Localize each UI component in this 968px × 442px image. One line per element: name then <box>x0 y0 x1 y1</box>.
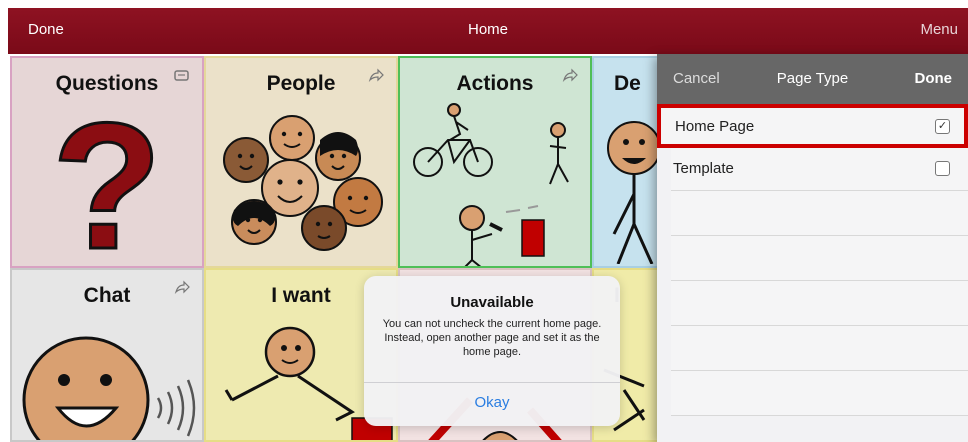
alert-message: You can not uncheck the current home pag… <box>382 318 602 358</box>
alert-title: Unavailable <box>450 294 534 311</box>
top-bar: Done Home Menu <box>8 8 968 54</box>
okay-button[interactable]: Okay <box>364 394 620 411</box>
share-icon <box>174 280 190 294</box>
empty-row <box>671 236 968 281</box>
empty-row <box>671 326 968 371</box>
cell-people[interactable]: People <box>204 56 398 268</box>
share-icon <box>368 68 384 82</box>
cell-questions[interactable]: Questions ? <box>10 56 204 268</box>
option-label: Template <box>673 160 734 177</box>
empty-row <box>671 281 968 326</box>
chat-face-icon <box>22 336 196 440</box>
empty-row <box>671 191 968 236</box>
page-type-panel: Cancel Page Type Done Home Page ✓ Templa… <box>657 54 968 442</box>
svg-text:?: ? <box>52 100 162 260</box>
empty-row <box>671 371 968 416</box>
stick-figure-icon <box>607 121 661 264</box>
question-mark-icon: ? <box>52 100 162 260</box>
folder-icon <box>174 70 189 81</box>
panel-done-button[interactable]: Done <box>915 70 953 87</box>
cell-actions[interactable]: Actions <box>398 56 592 268</box>
panel-header: Cancel Page Type Done <box>657 54 968 104</box>
option-label: Home Page <box>675 118 755 135</box>
option-home-page[interactable]: Home Page ✓ <box>657 104 968 148</box>
checked-checkbox-icon[interactable]: ✓ <box>935 119 950 134</box>
share-icon <box>562 68 578 82</box>
people-faces-icon <box>223 115 383 251</box>
page-title: Home <box>467 21 508 38</box>
unchecked-checkbox-icon[interactable] <box>935 161 950 176</box>
menu-button[interactable]: Menu <box>920 21 958 38</box>
cell-chat[interactable]: Chat <box>10 268 204 442</box>
actions-illustration-icon <box>413 103 569 266</box>
alert-divider <box>364 382 620 383</box>
option-template[interactable]: Template <box>671 148 968 191</box>
unavailable-alert: Unavailable You can not uncheck the curr… <box>364 276 620 426</box>
